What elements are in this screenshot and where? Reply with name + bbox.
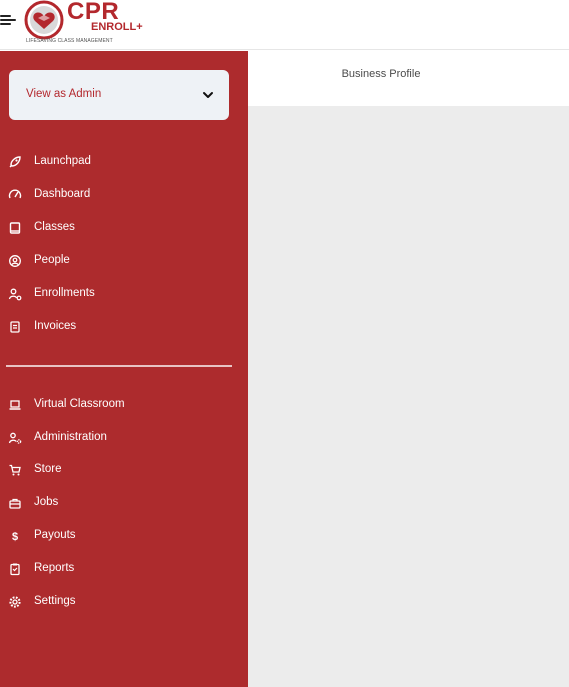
gear-icon [9, 596, 21, 608]
sidebar-item-label: Settings [34, 595, 76, 607]
laptop-icon [9, 400, 21, 410]
sidebar-item-label: Launchpad [34, 155, 91, 167]
sidebar-item-administration[interactable]: Administration [0, 424, 248, 452]
logo-product: ENROLL+ [91, 21, 143, 33]
sidebar-item-enrollments[interactable]: Enrollments [0, 280, 248, 308]
logo-product-name: ENROLL [91, 21, 137, 33]
rocket-icon [9, 156, 21, 168]
sidebar-item-store[interactable]: Store [0, 456, 248, 484]
sidebar-item-label: Enrollments [34, 287, 95, 299]
user-check-icon [8, 288, 22, 301]
role-select-value: View as Admin [26, 88, 102, 100]
sidebar-item-label: Payouts [34, 529, 76, 541]
sidebar-item-jobs[interactable]: Jobs [0, 489, 248, 517]
sidebar-item-dashboard[interactable]: Dashboard [0, 181, 248, 209]
main-header: Business Profile [248, 51, 569, 106]
logo-mark-icon [24, 0, 64, 40]
briefcase-icon [9, 498, 21, 509]
app-logo[interactable]: CPR ENROLL+ LIFESAVING CLASS MANAGEMENT [24, 0, 143, 46]
sidebar-item-virtual-classroom[interactable]: Virtual Classroom [0, 391, 248, 419]
sidebar-item-classes[interactable]: Classes [0, 214, 248, 242]
view-as-role-select[interactable]: View as Admin [9, 70, 229, 120]
sidebar-item-reports[interactable]: Reports [0, 555, 248, 583]
sidebar-item-label: Invoices [34, 320, 77, 332]
sidebar-item-label: Dashboard [34, 188, 91, 200]
logo-plus: + [136, 21, 143, 33]
hamburger-icon[interactable] [0, 13, 16, 27]
user-gear-icon [8, 432, 22, 444]
sidebar: View as Admin Launchpad Dashboard Classe… [0, 51, 248, 687]
sidebar-item-invoices[interactable]: Invoices [0, 313, 248, 341]
chevron-down-icon [203, 92, 213, 98]
svg-text:$: $ [12, 531, 18, 543]
main-content [248, 106, 569, 687]
sidebar-divider [6, 365, 232, 367]
sidebar-item-label: Reports [34, 562, 75, 574]
sidebar-item-label: People [34, 254, 70, 266]
logo-tagline: LIFESAVING CLASS MANAGEMENT [26, 38, 113, 44]
dollar-icon: $ [12, 531, 18, 543]
book-icon [9, 222, 21, 234]
page-title: Business Profile [341, 68, 421, 80]
sidebar-item-label: Administration [34, 431, 107, 443]
top-bar: CPR ENROLL+ LIFESAVING CLASS MANAGEMENT [0, 0, 569, 50]
sidebar-item-label: Classes [34, 221, 75, 233]
sidebar-item-label: Store [34, 463, 62, 475]
sidebar-item-launchpad[interactable]: Launchpad [0, 148, 248, 176]
cart-icon [9, 464, 21, 476]
invoice-icon [10, 321, 20, 333]
sidebar-item-settings[interactable]: Settings [0, 588, 248, 616]
sidebar-item-label: Virtual Classroom [34, 398, 125, 410]
gauge-icon [8, 189, 22, 199]
sidebar-item-label: Jobs [34, 496, 59, 508]
user-circle-icon [9, 255, 21, 267]
clipboard-icon [10, 563, 20, 576]
sidebar-item-people[interactable]: People [0, 247, 248, 275]
sidebar-item-payouts[interactable]: $ Payouts [0, 522, 248, 550]
